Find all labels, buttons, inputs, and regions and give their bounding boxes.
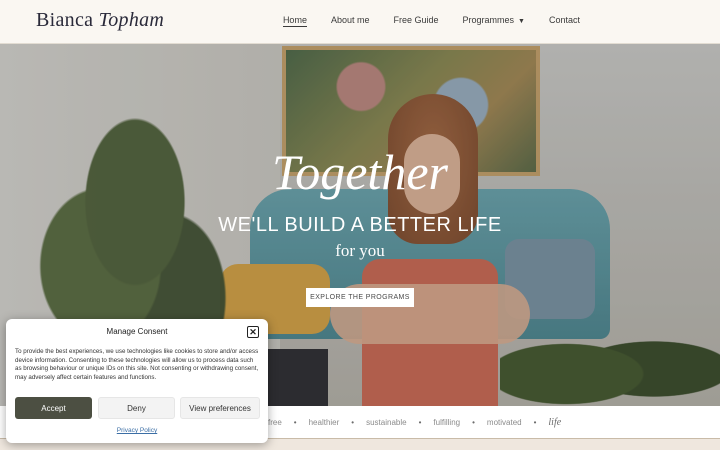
nav-programmes-label: Programmes <box>462 15 515 25</box>
bullet-separator: • <box>533 418 537 427</box>
values-list: free • healthier • sustainable • fulfill… <box>268 417 561 428</box>
value-item: sustainable <box>366 418 407 427</box>
bullet-separator: • <box>293 418 297 427</box>
nav-programmes[interactable]: Programmes ▼ <box>463 15 525 27</box>
value-item-life: life <box>548 417 562 428</box>
bullet-separator: • <box>351 418 355 427</box>
bullet-separator: • <box>418 418 422 427</box>
logo-first-name: Bianca <box>36 9 94 31</box>
chevron-down-icon: ▼ <box>518 18 525 25</box>
close-icon[interactable]: ✕ <box>247 326 259 338</box>
explore-programs-button[interactable]: EXPLORE THE PROGRAMS <box>306 288 414 307</box>
hero-for-you: for you <box>335 241 385 260</box>
accept-button[interactable]: Accept <box>15 397 92 419</box>
deny-button[interactable]: Deny <box>98 397 175 419</box>
privacy-policy-link[interactable]: Privacy Policy <box>6 427 268 434</box>
consent-dialog: Manage Consent ✕ To provide the best exp… <box>6 319 268 443</box>
value-item: fulfilling <box>433 418 461 427</box>
consent-body: To provide the best experiences, we use … <box>15 348 259 381</box>
bullet-separator: • <box>472 418 475 427</box>
nav-home[interactable]: Home <box>282 15 307 27</box>
hero-title: Together <box>272 144 448 200</box>
value-item: healthier <box>308 418 340 427</box>
site-header: Bianca Topham Home About me Free Guide P… <box>0 0 720 44</box>
view-preferences-button[interactable]: View preferences <box>180 397 260 419</box>
value-item: motivated <box>486 418 522 427</box>
nav-contact[interactable]: Contact <box>549 15 580 27</box>
consent-title: Manage Consent <box>106 327 168 336</box>
site-logo[interactable]: Bianca Topham <box>36 9 164 32</box>
nav-free-guide[interactable]: Free Guide <box>393 15 438 27</box>
nav-about-me[interactable]: About me <box>331 15 370 27</box>
logo-last-name: Topham <box>98 9 165 31</box>
main-nav: Home About me Free Guide Programmes ▼ Con… <box>282 15 580 27</box>
hero-subtitle: WE'LL BUILD A BETTER LIFE <box>218 214 502 236</box>
value-item: free <box>268 418 282 427</box>
